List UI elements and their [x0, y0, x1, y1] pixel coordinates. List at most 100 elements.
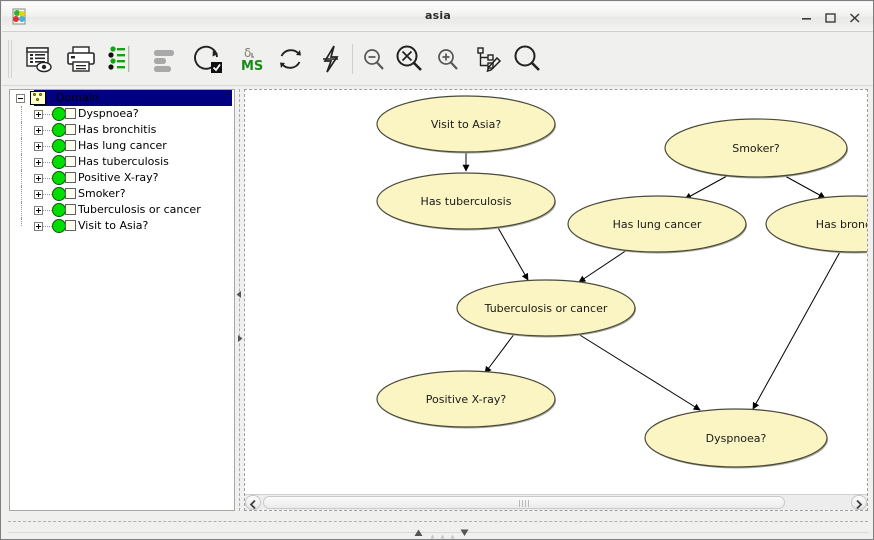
graph-edge [578, 249, 628, 283]
tree-item[interactable]: Positive X-ray? [10, 170, 234, 186]
node-list-icon[interactable] [102, 40, 140, 78]
node-checkbox[interactable] [65, 220, 76, 231]
graph-node[interactable]: Has tuberculosis [376, 172, 556, 231]
refresh-icon[interactable] [272, 40, 310, 78]
collapse-down-arrow[interactable] [460, 522, 469, 536]
splitter-dot-2 [440, 524, 445, 539]
node-checkbox[interactable] [65, 156, 76, 167]
tree-connector-line [43, 178, 52, 180]
graph-node[interactable]: Dyspnoea? [644, 408, 828, 469]
node-state-icon [52, 107, 66, 121]
graph-node[interactable]: Smoker? [664, 118, 848, 179]
splitter-line-bottom [8, 532, 868, 534]
graph-viewport[interactable]: Visit to Asia? Smoker? Has tuberculosis Has… [245, 90, 867, 494]
splitter-line-top [8, 521, 868, 523]
zoom-in-icon[interactable] [428, 40, 466, 78]
tree-item[interactable]: Has lung cancer [10, 138, 234, 154]
graph-canvas[interactable]: Visit to Asia? Smoker? Has tuberculosis Has… [244, 89, 868, 511]
tree-item[interactable]: Tuberculosis or cancer [10, 202, 234, 218]
graph-node-label: Has tuberculosis [421, 195, 512, 208]
tree-expander-domain[interactable] [16, 94, 25, 103]
show-tables-icon[interactable] [20, 40, 58, 78]
scroll-thumb[interactable] [263, 496, 785, 509]
tree-item-label: Smoker? [78, 187, 126, 200]
chevron-left-icon[interactable] [245, 495, 261, 510]
horizontal-splitter[interactable] [2, 518, 873, 539]
graph-edge [496, 225, 529, 281]
graph-node[interactable]: Has lung cancer [567, 195, 747, 254]
domain-tree-panel[interactable]: Domain Dyspnoea? Has bronchitis Has lung c… [9, 89, 235, 511]
zoom-out-icon[interactable] [354, 40, 392, 78]
close-button[interactable] [844, 2, 866, 30]
collapse-right-arrow[interactable] [236, 327, 243, 342]
tree-expander[interactable] [34, 158, 43, 167]
edit-structure-icon[interactable] [468, 40, 506, 78]
tree-item-label: Visit to Asia? [78, 219, 149, 232]
tree-item[interactable]: Has tuberculosis [10, 154, 234, 170]
graph-edge [484, 332, 516, 374]
tree-trunk-line [21, 122, 23, 138]
zoom-fit-icon[interactable] [390, 40, 428, 78]
graph-node-label: Tuberculosis or cancer [484, 302, 608, 315]
minimize-button[interactable] [796, 2, 818, 30]
vertical-splitter[interactable] [235, 89, 244, 511]
tree-item[interactable]: Visit to Asia? [10, 218, 234, 234]
maximize-button[interactable] [820, 2, 842, 30]
splitter-line [239, 89, 241, 511]
ms-sampling-icon[interactable]: δ MS [232, 40, 270, 78]
node-checkbox[interactable] [65, 108, 76, 119]
tree-item[interactable]: Has bronchitis [10, 122, 234, 138]
node-state-icon [52, 219, 66, 233]
tree-expander[interactable] [34, 190, 43, 199]
chevron-right-icon[interactable] [851, 495, 867, 510]
node-state-icon [52, 139, 66, 153]
svg-text:MS: MS [241, 59, 263, 74]
node-state-icon [52, 155, 66, 169]
tree-trunk-line [21, 106, 23, 122]
graph-edge [684, 175, 728, 200]
node-checkbox[interactable] [65, 204, 76, 215]
tree-item-domain[interactable]: Domain [10, 90, 234, 106]
graph-node[interactable]: Positive X-ray? [376, 370, 556, 429]
graph-node-label: Dyspnoea? [706, 432, 767, 445]
toolbar: δ MS [2, 32, 873, 86]
tree-connector-line [43, 162, 52, 164]
collapse-up-arrow[interactable] [414, 522, 423, 536]
canvas-horizontal-scrollbar[interactable] [245, 494, 867, 510]
graph-nodes: Visit to Asia? Smoker? Has tuberculosis Has… [376, 95, 867, 469]
tree-expander[interactable] [34, 222, 43, 231]
graph-node[interactable]: Visit to Asia? [376, 95, 556, 154]
graph-node[interactable]: Has bronchitis [765, 195, 867, 254]
tree-expander[interactable] [34, 126, 43, 135]
align-icon[interactable] [146, 40, 184, 78]
collapse-left-arrow[interactable] [236, 283, 243, 298]
tree-expander[interactable] [34, 110, 43, 119]
tree-expander[interactable] [34, 174, 43, 183]
svg-text:δ: δ [244, 46, 251, 60]
node-checkbox[interactable] [65, 188, 76, 199]
node-checkbox[interactable] [65, 140, 76, 151]
graph-edge [574, 331, 701, 411]
bayesian-network-graph: Visit to Asia? Smoker? Has tuberculosis Has… [376, 95, 867, 469]
tree-item-label: Has bronchitis [78, 123, 157, 136]
graph-node[interactable]: Tuberculosis or cancer [456, 279, 636, 338]
lightning-propagate-icon[interactable] [312, 40, 350, 78]
compile-check-icon[interactable] [190, 40, 228, 78]
node-checkbox[interactable] [65, 172, 76, 183]
print-icon[interactable] [62, 40, 100, 78]
tree-connector-line [43, 114, 52, 116]
tree-expander[interactable] [34, 142, 43, 151]
title-bar: asia [2, 2, 873, 32]
node-state-icon [52, 203, 66, 217]
tree-item[interactable]: Smoker? [10, 186, 234, 202]
tree-connector-line [43, 194, 52, 196]
node-checkbox[interactable] [65, 124, 76, 135]
tree-trunk-line [21, 170, 23, 186]
tree-expander[interactable] [34, 206, 43, 215]
search-icon[interactable] [508, 40, 546, 78]
tree-children: Dyspnoea? Has bronchitis Has lung cancer Ha… [10, 106, 234, 234]
toolbar-grip[interactable] [8, 40, 13, 78]
tree-item[interactable]: Dyspnoea? [10, 106, 234, 122]
application-window: asia δ MS Domain Dyspnoea? Has bronchiti… [0, 0, 874, 540]
node-state-icon [52, 171, 66, 185]
